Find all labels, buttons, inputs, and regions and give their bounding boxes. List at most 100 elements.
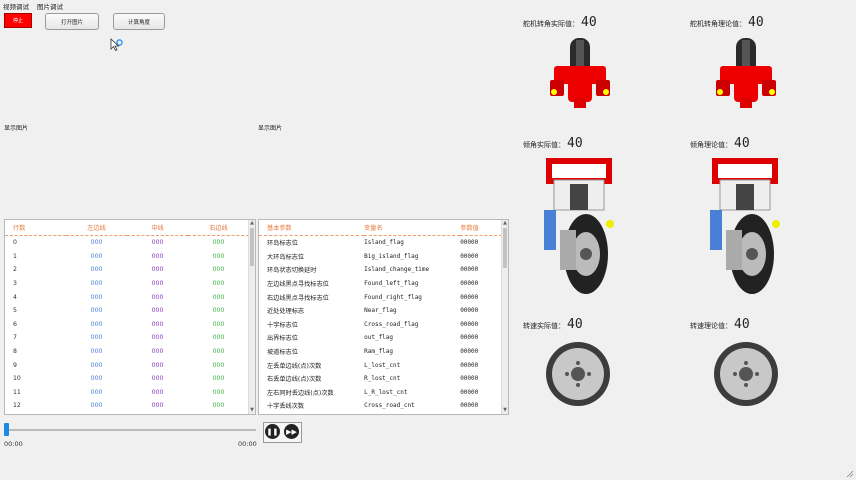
fast-forward-button[interactable]: ▶▶: [284, 424, 299, 439]
scroll-thumb[interactable]: [250, 228, 254, 266]
param-value: 00000: [460, 280, 479, 288]
param-value: 00000: [460, 334, 479, 342]
scroll-up-arrow-icon[interactable]: ▲: [502, 220, 508, 227]
table-row[interactable]: 大环岛标志位 Big_island_flag 00000: [259, 250, 502, 264]
gauge-label-text: 倾角理论值：: [690, 141, 732, 149]
fast-forward-icon: ▶▶: [286, 427, 297, 436]
table-row[interactable]: 2 000 000 000: [5, 263, 249, 277]
param-var-name: Found_right_flag: [364, 293, 422, 301]
table-row[interactable]: 5 000 000 000: [5, 304, 249, 318]
table-row[interactable]: 左边线黑点寻找标志位 Found_left_flag 00000: [259, 277, 502, 291]
image-label-left: 显示图片: [4, 125, 29, 132]
table-row[interactable]: 环岛状态切换延时 Island_change_time 00000: [259, 263, 502, 277]
param-table: 基本参数 变量名 参数值 环岛标志位 Island_flag 00000 大环岛标志位…: [259, 220, 502, 413]
gauge-value: 40: [734, 317, 750, 332]
param-value: 00000: [460, 266, 479, 274]
right-edge-value: 000: [212, 375, 225, 383]
menu-video-debug[interactable]: 视频调试: [3, 1, 29, 11]
scroll-down-arrow-icon[interactable]: ▼: [249, 407, 255, 414]
row-index: 9: [13, 361, 17, 369]
right-edge-value: 000: [212, 361, 225, 369]
menu-image-debug[interactable]: 图片调试: [37, 1, 63, 11]
param-name: 十字标志位: [267, 321, 298, 329]
table-row[interactable]: 0 000 000 000: [5, 236, 249, 250]
left-edge-value: 000: [90, 239, 103, 247]
param-value: 00000: [460, 252, 479, 260]
table-row[interactable]: 9 000 000 000: [5, 358, 249, 372]
open-image-button[interactable]: 打开图片: [45, 13, 99, 30]
table-row[interactable]: 4 000 000 000: [5, 290, 249, 304]
param-var-name: Island_change_time: [364, 266, 430, 274]
left-edge-value: 000: [90, 280, 103, 288]
param-value: 00000: [460, 293, 479, 301]
gauge-label-text: 转速理论值：: [690, 322, 732, 330]
param-var-name: Cross_road_cnt: [364, 402, 415, 410]
table-row[interactable]: 6 000 000 000: [5, 318, 249, 332]
param-name: 右边线黑点寻找标志位: [267, 294, 329, 302]
scroll-thumb[interactable]: [503, 228, 507, 268]
table-row[interactable]: 11 000 000 000: [5, 386, 249, 400]
param-value: 00000: [460, 402, 479, 410]
table-row[interactable]: 10 000 000 000: [5, 372, 249, 386]
center-line-value: 000: [151, 402, 164, 410]
param-name: 左边线黑点寻找标志位: [267, 281, 329, 289]
center-line-value: 000: [151, 307, 164, 315]
left-edge-value: 000: [90, 375, 103, 383]
row-index: 10: [13, 375, 21, 383]
image-label-right: 显示图片: [258, 125, 283, 132]
param-name: 右丢单边线(点)次数: [267, 376, 322, 384]
table-row[interactable]: 出界标志位 out_flag 00000: [259, 331, 502, 345]
param-name: 左右同时丢边线(点)次数: [267, 389, 334, 397]
scroll-down-arrow-icon[interactable]: ▼: [502, 407, 508, 414]
table-row[interactable]: 12 000 000 000: [5, 399, 249, 413]
param-value: 00000: [460, 239, 479, 247]
param-value: 00000: [460, 375, 479, 383]
table-row[interactable]: 8 000 000 000: [5, 345, 249, 359]
progress-track[interactable]: [4, 429, 256, 431]
row-index: 6: [13, 320, 17, 328]
param-var-name: L_R_lost_cnt: [364, 388, 408, 396]
param-name: 坡道标志位: [267, 349, 298, 357]
table-row[interactable]: 7 000 000 000: [5, 331, 249, 345]
calc-angle-button[interactable]: 计算角度: [113, 13, 165, 30]
center-line-value: 000: [151, 388, 164, 396]
row-index: 5: [13, 307, 17, 315]
table-row[interactable]: 近处处理标志 Near_flag 00000: [259, 304, 502, 318]
table-row[interactable]: 左丢单边线(点)次数 L_lost_cnt 00000: [259, 358, 502, 372]
pause-button[interactable]: ❚❚: [265, 424, 280, 439]
table-row[interactable]: 坡道标志位 Ram_flag 00000: [259, 345, 502, 359]
line-table-scrollbar[interactable]: ▲ ▼: [248, 220, 255, 414]
progress-handle[interactable]: [4, 423, 9, 436]
left-edge-value: 000: [90, 266, 103, 274]
param-var-name: Big_island_flag: [364, 252, 419, 260]
param-name: 十字丢线次数: [267, 403, 305, 411]
right-edge-value: 000: [212, 388, 225, 396]
menu-bar: 视频调试 图片调试: [3, 1, 63, 11]
param-var-name: Near_flag: [364, 307, 397, 315]
stop-button[interactable]: 停止: [4, 13, 32, 28]
right-edge-value: 000: [212, 334, 225, 342]
param-name: 左丢单边线(点)次数: [267, 362, 322, 370]
table-row[interactable]: 环岛标志位 Island_flag 00000: [259, 236, 502, 250]
param-table-scrollbar[interactable]: ▲ ▼: [501, 220, 508, 414]
pause-icon: ❚❚: [266, 427, 279, 436]
table-row[interactable]: 3 000 000 000: [5, 277, 249, 291]
gauge-value: 40: [734, 136, 750, 151]
table-row[interactable]: 十字丢线次数 Cross_road_cnt 00000: [259, 399, 502, 413]
row-index: 4: [13, 293, 17, 301]
gauge-value: 40: [581, 15, 597, 30]
table-row[interactable]: 十字标志位 Cross_road_flag 00000: [259, 318, 502, 332]
table-row[interactable]: 1 000 000 000: [5, 250, 249, 264]
table-row[interactable]: 右丢单边线(点)次数 R_lost_cnt 00000: [259, 372, 502, 386]
servo-actual-label: 舵机转角实际值： 40: [523, 15, 597, 30]
tilt-theory-label: 倾角理论值： 40: [690, 136, 750, 151]
left-edge-value: 000: [90, 388, 103, 396]
resize-grip-icon[interactable]: [846, 470, 854, 478]
table-row[interactable]: 左右同时丢边线(点)次数 L_R_lost_cnt 00000: [259, 386, 502, 400]
table-row[interactable]: 右边线黑点寻找标志位 Found_right_flag 00000: [259, 290, 502, 304]
row-index: 12: [13, 402, 21, 410]
center-line-value: 000: [151, 348, 164, 356]
center-line-value: 000: [151, 252, 164, 260]
scroll-up-arrow-icon[interactable]: ▲: [249, 220, 255, 227]
row-index: 1: [13, 252, 17, 260]
